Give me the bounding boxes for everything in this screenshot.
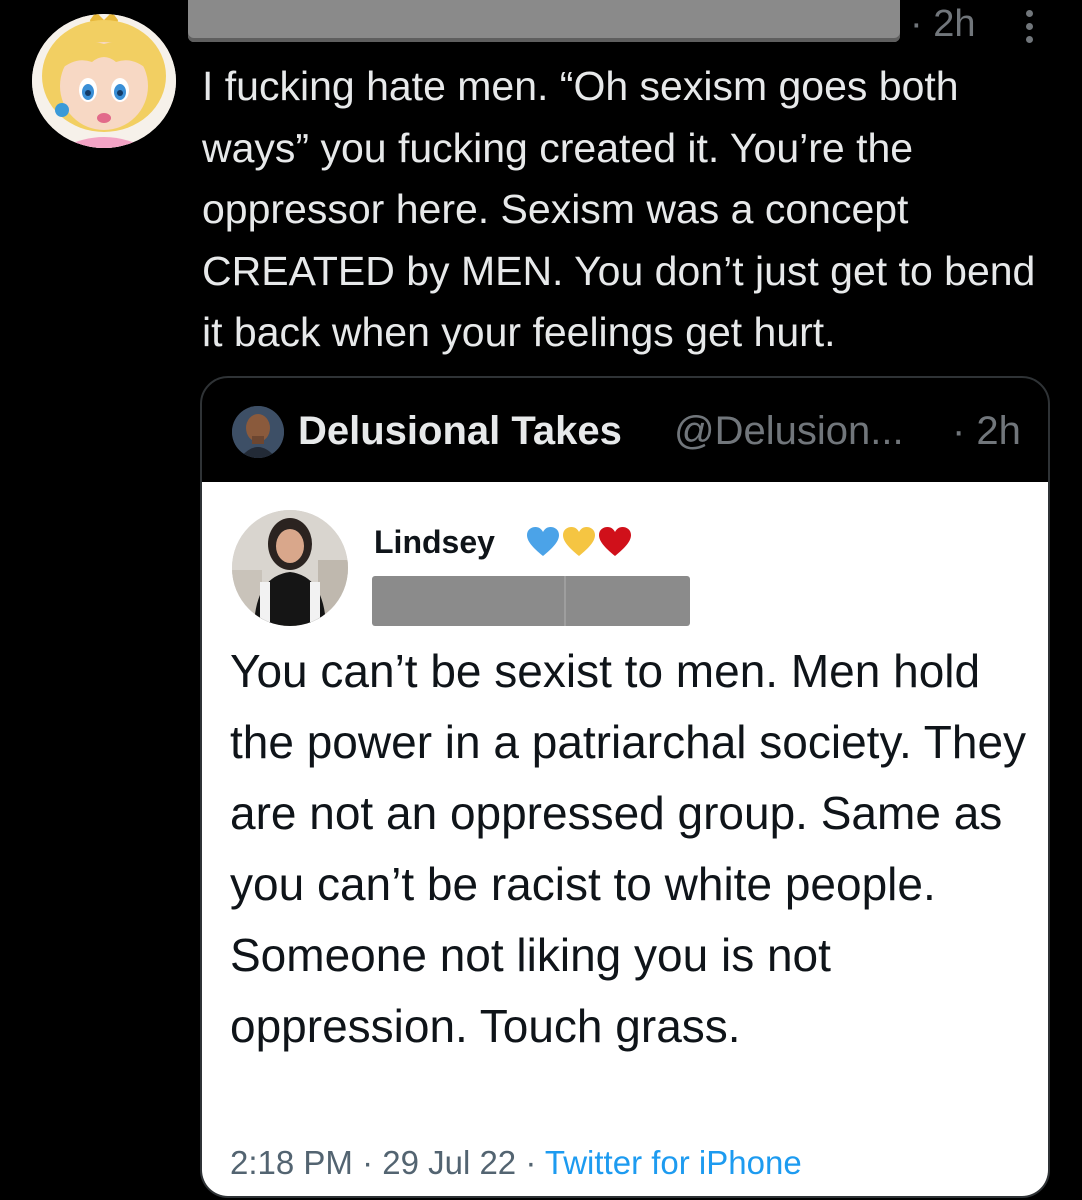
red-heart-icon	[599, 527, 631, 556]
heart-emojis	[526, 522, 632, 562]
redacted-username	[188, 0, 900, 42]
quote-header: Delusional Takes @Delusion... · 2h	[202, 378, 1048, 482]
redacted-handle	[372, 576, 690, 626]
tweet-timestamp: · 2h	[910, 3, 976, 45]
quote-handle[interactable]: @Delusion...	[674, 404, 904, 458]
embedded-timestamp: 2:18 PM · 29 Jul 22 ·	[230, 1144, 545, 1181]
quote-timestamp: · 2h	[952, 409, 1021, 453]
quote-avatar[interactable]	[232, 406, 284, 458]
quote-display-name[interactable]: Delusional Takes	[298, 404, 622, 458]
avatar[interactable]	[32, 14, 176, 148]
yellow-heart-icon	[563, 527, 595, 556]
embedded-tweet-text: You can’t be sexist to men. Men hold the…	[230, 645, 1027, 1052]
blue-heart-icon	[527, 527, 559, 556]
embedded-avatar	[232, 510, 348, 626]
embedded-display-name: Lindsey	[374, 524, 495, 560]
tweet-text: I fucking hate men. “Oh sexism goes both…	[202, 63, 1036, 355]
more-vertical-icon[interactable]	[1018, 6, 1042, 48]
embedded-footer: 2:18 PM · 29 Jul 22 · Twitter for iPhone	[230, 1142, 802, 1184]
embedded-screenshot: Lindsey You can’t be sexist to men. Men …	[202, 482, 1048, 1196]
embedded-source-link: Twitter for iPhone	[544, 1144, 802, 1181]
quote-tweet-card[interactable]: Delusional Takes @Delusion... · 2h Linds…	[200, 376, 1050, 1198]
